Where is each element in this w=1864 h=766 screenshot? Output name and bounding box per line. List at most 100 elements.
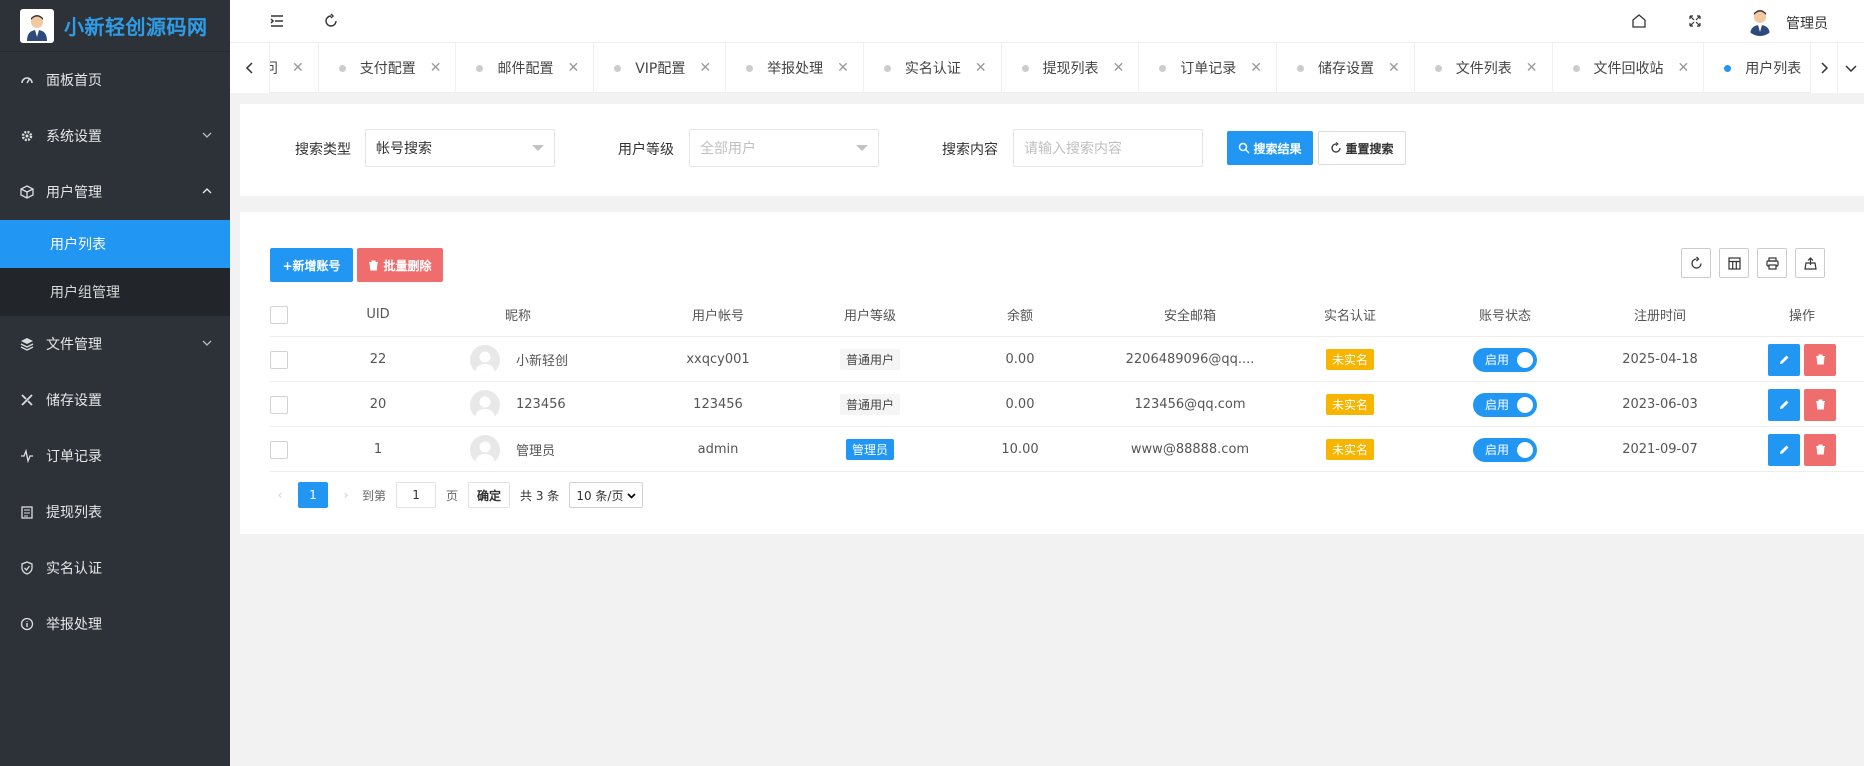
close-icon[interactable]: ✕ [1113, 60, 1125, 76]
nickname-text: 管理员 [516, 444, 556, 459]
row-checkbox[interactable] [270, 350, 288, 369]
close-icon[interactable]: ✕ [430, 60, 442, 76]
status-toggle[interactable]: 启用 [1473, 392, 1537, 417]
sidebar-item-dashboard[interactable]: 面板首页 [0, 52, 230, 108]
sidebar-item-realname-auth[interactable]: 实名认证 [0, 540, 230, 596]
sidebar-item-withdraw-list[interactable]: 提现列表 [0, 484, 230, 540]
user-level-select[interactable]: 全部用户 [689, 129, 879, 167]
table-print-button[interactable] [1757, 248, 1787, 278]
status-toggle[interactable]: 启用 [1473, 347, 1537, 372]
goto-confirm-button[interactable]: 确定 [468, 482, 511, 508]
tab-label: 邮件配置 [497, 61, 554, 77]
user-name[interactable]: 管理员 [1786, 13, 1828, 33]
close-icon[interactable]: ✕ [837, 60, 849, 76]
search-content-label: 搜索内容 [942, 142, 998, 158]
tab-dot [746, 64, 754, 72]
close-icon[interactable]: ✕ [292, 60, 304, 76]
chevron-down-icon [1845, 65, 1857, 73]
table-export-button[interactable] [1795, 248, 1825, 278]
close-icon[interactable]: ✕ [975, 60, 987, 76]
header-status: 账号状态 [1478, 309, 1531, 324]
header-reg-time: 注册时间 [1633, 309, 1686, 324]
edit-button[interactable] [1768, 343, 1800, 376]
tools-icon [20, 393, 34, 407]
next-page-icon[interactable]: › [336, 482, 356, 508]
close-icon[interactable]: ✕ [1388, 60, 1400, 76]
tab-storage-settings[interactable]: 储存设置 ✕ [1277, 43, 1415, 93]
sidebar-item-report-handling[interactable]: 举报处理 [0, 596, 230, 652]
sidebar-subitem-user-list[interactable]: 用户列表 [0, 220, 230, 268]
user-avatar[interactable] [1745, 6, 1775, 36]
tab-file-recycle-bin[interactable]: 文件回收站 ✕ [1553, 43, 1705, 93]
tab-label: 用户列表 [1745, 61, 1802, 77]
tab-label: 订单记录 [1180, 61, 1237, 77]
table-header: UID 昵称 用户帐号 用户等级 余额 安全邮箱 实名认证 账号状态 注册时间 … [270, 292, 1864, 337]
current-page[interactable]: 1 [298, 482, 328, 508]
chevron-right-icon [1821, 62, 1829, 74]
sidebar-item-file-management[interactable]: 文件管理 [0, 316, 230, 372]
chevron-down-icon [627, 492, 637, 499]
goto-label: 到第 [362, 488, 387, 503]
tab-file-list[interactable]: 文件列表 ✕ [1415, 43, 1553, 93]
tab-user-list[interactable]: 用户列表✕ [1704, 43, 1810, 93]
search-type-select[interactable]: 帐号搜索 [365, 129, 555, 167]
cube-icon [20, 185, 34, 199]
home-icon[interactable] [1630, 12, 1648, 30]
user-avatar-icon [470, 434, 500, 465]
tab-mail-config[interactable]: 邮件配置 ✕ [456, 43, 595, 93]
sidebar-item-order-records[interactable]: 订单记录 [0, 428, 230, 484]
table-columns-button[interactable] [1719, 248, 1749, 278]
search-button[interactable]: 搜索结果 [1227, 131, 1313, 165]
row-checkbox[interactable] [270, 395, 288, 414]
delete-button[interactable] [1804, 343, 1836, 376]
sidebar-subitem-user-group[interactable]: 用户组管理 [0, 268, 230, 316]
menu-fold-icon[interactable] [268, 12, 286, 30]
user-table-panel: +新增账号 批量删除 UID 昵称 用户帐号 用户等级 余额 安全邮箱 实名认证… [240, 212, 1864, 534]
sidebar-item-user-management[interactable]: 用户管理 [0, 164, 230, 220]
close-icon[interactable]: ✕ [1678, 60, 1690, 76]
close-icon[interactable]: ✕ [567, 60, 579, 76]
reset-button[interactable]: 重置搜索 [1318, 131, 1406, 165]
tab-realname-auth[interactable]: 实名认证 ✕ [864, 43, 1002, 93]
sidebar-item-storage-settings[interactable]: 储存设置 [0, 372, 230, 428]
shield-check-icon [20, 561, 34, 575]
tab-order-records[interactable]: 订单记录 ✕ [1139, 43, 1278, 93]
pencil-icon [1779, 400, 1788, 409]
tab-report-handling[interactable]: 举报处理 ✕ [726, 43, 864, 93]
sidebar: 小新轻创源码网 面板首页 系统设置 用户管理 用户列表 用户组管理 文件管理 储… [0, 0, 230, 766]
tab-scroll-right-button[interactable] [1810, 43, 1837, 93]
close-icon[interactable]: ✕ [1250, 60, 1262, 76]
sidebar-item-system-settings[interactable]: 系统设置 [0, 108, 230, 164]
table-row: 20 123456 123456 普通用户 0.00 123456@qq.com… [270, 382, 1864, 427]
close-icon[interactable]: ✕ [1526, 60, 1538, 76]
edit-button[interactable] [1768, 433, 1800, 466]
row-checkbox[interactable] [270, 440, 288, 459]
tab-payment-config[interactable]: 支付配置 ✕ [319, 43, 457, 93]
tab-vip-config[interactable]: VIP配置 ✕ [594, 43, 727, 93]
add-account-button[interactable]: +新增账号 [270, 248, 353, 282]
pagination: ‹ 1 › 到第 1 页 确定 共 3 条 10 条/页 [270, 480, 644, 510]
cell-status: 启用 [1450, 427, 1560, 472]
close-icon[interactable]: ✕ [699, 60, 711, 76]
search-content-input[interactable]: 请输入搜索内容 [1013, 129, 1203, 167]
tab-withdraw-list[interactable]: 提现列表 ✕ [1002, 43, 1140, 93]
prev-page-icon[interactable]: ‹ [270, 482, 290, 508]
tab-access[interactable]: 访问 ✕ [270, 43, 319, 93]
tab-scroll-left-button[interactable] [230, 43, 270, 93]
refresh-icon[interactable] [322, 12, 340, 30]
page-size-select[interactable]: 10 条/页 [569, 482, 644, 508]
tab-label: 举报处理 [767, 61, 824, 77]
status-toggle[interactable]: 启用 [1473, 437, 1537, 462]
fullscreen-icon[interactable] [1686, 12, 1704, 30]
select-all-checkbox[interactable] [270, 305, 288, 324]
cell-actions [1762, 382, 1842, 427]
edit-button[interactable] [1768, 388, 1800, 421]
delete-button[interactable] [1804, 433, 1836, 466]
delete-button[interactable] [1804, 388, 1836, 421]
brand-logo[interactable]: 小新轻创源码网 [0, 0, 230, 52]
batch-delete-button[interactable]: 批量删除 [357, 248, 443, 282]
tab-menu-dropdown-button[interactable] [1837, 43, 1864, 93]
table-refresh-button[interactable] [1681, 248, 1711, 278]
trash-icon [1815, 399, 1825, 410]
goto-page-input[interactable]: 1 [396, 482, 437, 508]
